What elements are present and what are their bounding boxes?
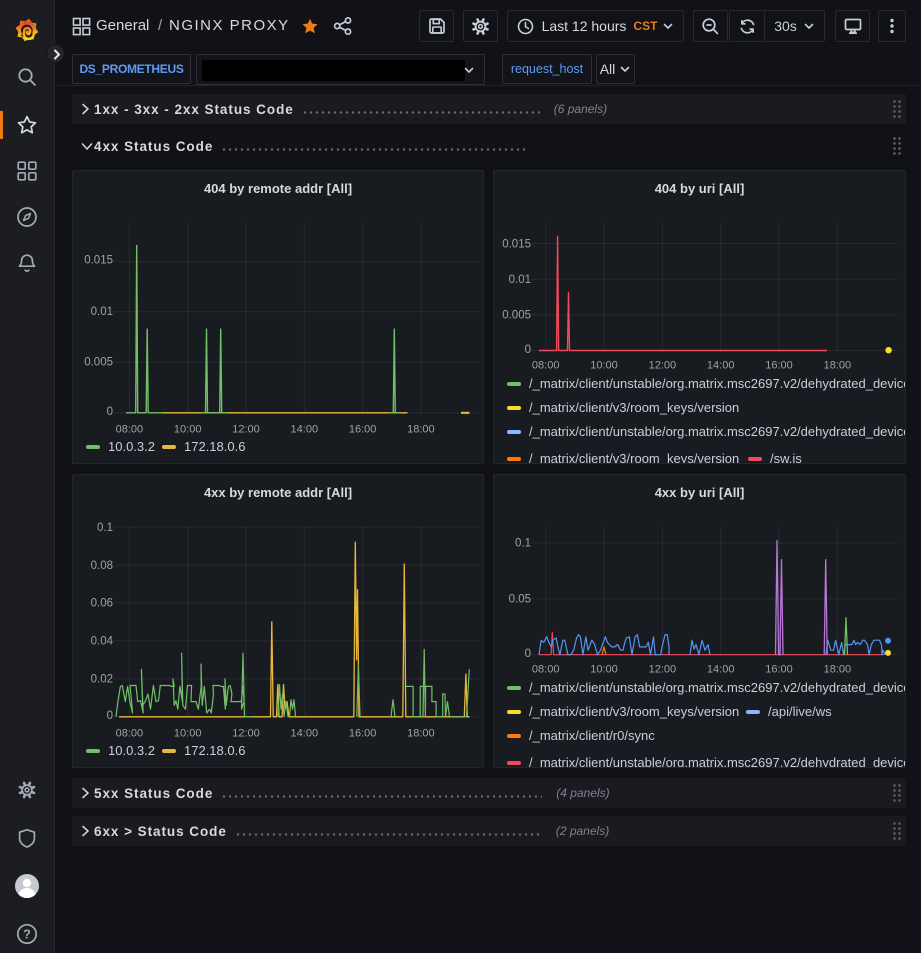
svg-text:0.015: 0.015 (502, 238, 531, 250)
svg-text:0: 0 (525, 648, 531, 660)
svg-text:0.01: 0.01 (91, 306, 113, 318)
svg-text:18:00: 18:00 (824, 664, 852, 676)
svg-text:0.005: 0.005 (84, 357, 113, 369)
svg-text:16:00: 16:00 (349, 424, 377, 436)
svg-text:12:00: 12:00 (232, 728, 260, 740)
svg-text:18:00: 18:00 (407, 728, 435, 740)
svg-text:0: 0 (525, 344, 531, 356)
svg-text:0.1: 0.1 (515, 538, 531, 550)
svg-text:0.1: 0.1 (97, 522, 113, 534)
svg-text:16:00: 16:00 (349, 728, 377, 740)
svg-text:12:00: 12:00 (649, 664, 677, 676)
svg-text:0.005: 0.005 (502, 310, 531, 322)
svg-text:0: 0 (107, 406, 113, 418)
svg-text:10:00: 10:00 (174, 424, 202, 436)
svg-text:08:00: 08:00 (116, 728, 144, 740)
svg-text:10:00: 10:00 (174, 728, 202, 740)
svg-text:08:00: 08:00 (532, 360, 560, 372)
svg-text:0.01: 0.01 (509, 274, 531, 286)
svg-text:12:00: 12:00 (649, 360, 677, 372)
svg-text:14:00: 14:00 (291, 424, 319, 436)
svg-text:10:00: 10:00 (590, 664, 618, 676)
svg-text:0.04: 0.04 (91, 636, 114, 648)
svg-text:0: 0 (107, 710, 113, 722)
svg-text:08:00: 08:00 (116, 424, 144, 436)
svg-text:0.05: 0.05 (509, 594, 531, 606)
svg-text:08:00: 08:00 (532, 664, 560, 676)
svg-text:0.08: 0.08 (91, 560, 113, 572)
svg-text:0.02: 0.02 (91, 674, 113, 686)
svg-text:14:00: 14:00 (291, 728, 319, 740)
svg-text:0.015: 0.015 (84, 254, 113, 266)
svg-text:16:00: 16:00 (765, 360, 793, 372)
svg-text:18:00: 18:00 (407, 424, 435, 436)
svg-text:0.06: 0.06 (91, 598, 113, 610)
svg-text:12:00: 12:00 (232, 424, 260, 436)
svg-text:?: ? (23, 927, 31, 941)
svg-text:10:00: 10:00 (590, 360, 618, 372)
svg-text:14:00: 14:00 (707, 664, 735, 676)
svg-text:18:00: 18:00 (824, 360, 852, 372)
svg-text:16:00: 16:00 (765, 664, 793, 676)
svg-text:14:00: 14:00 (707, 360, 735, 372)
